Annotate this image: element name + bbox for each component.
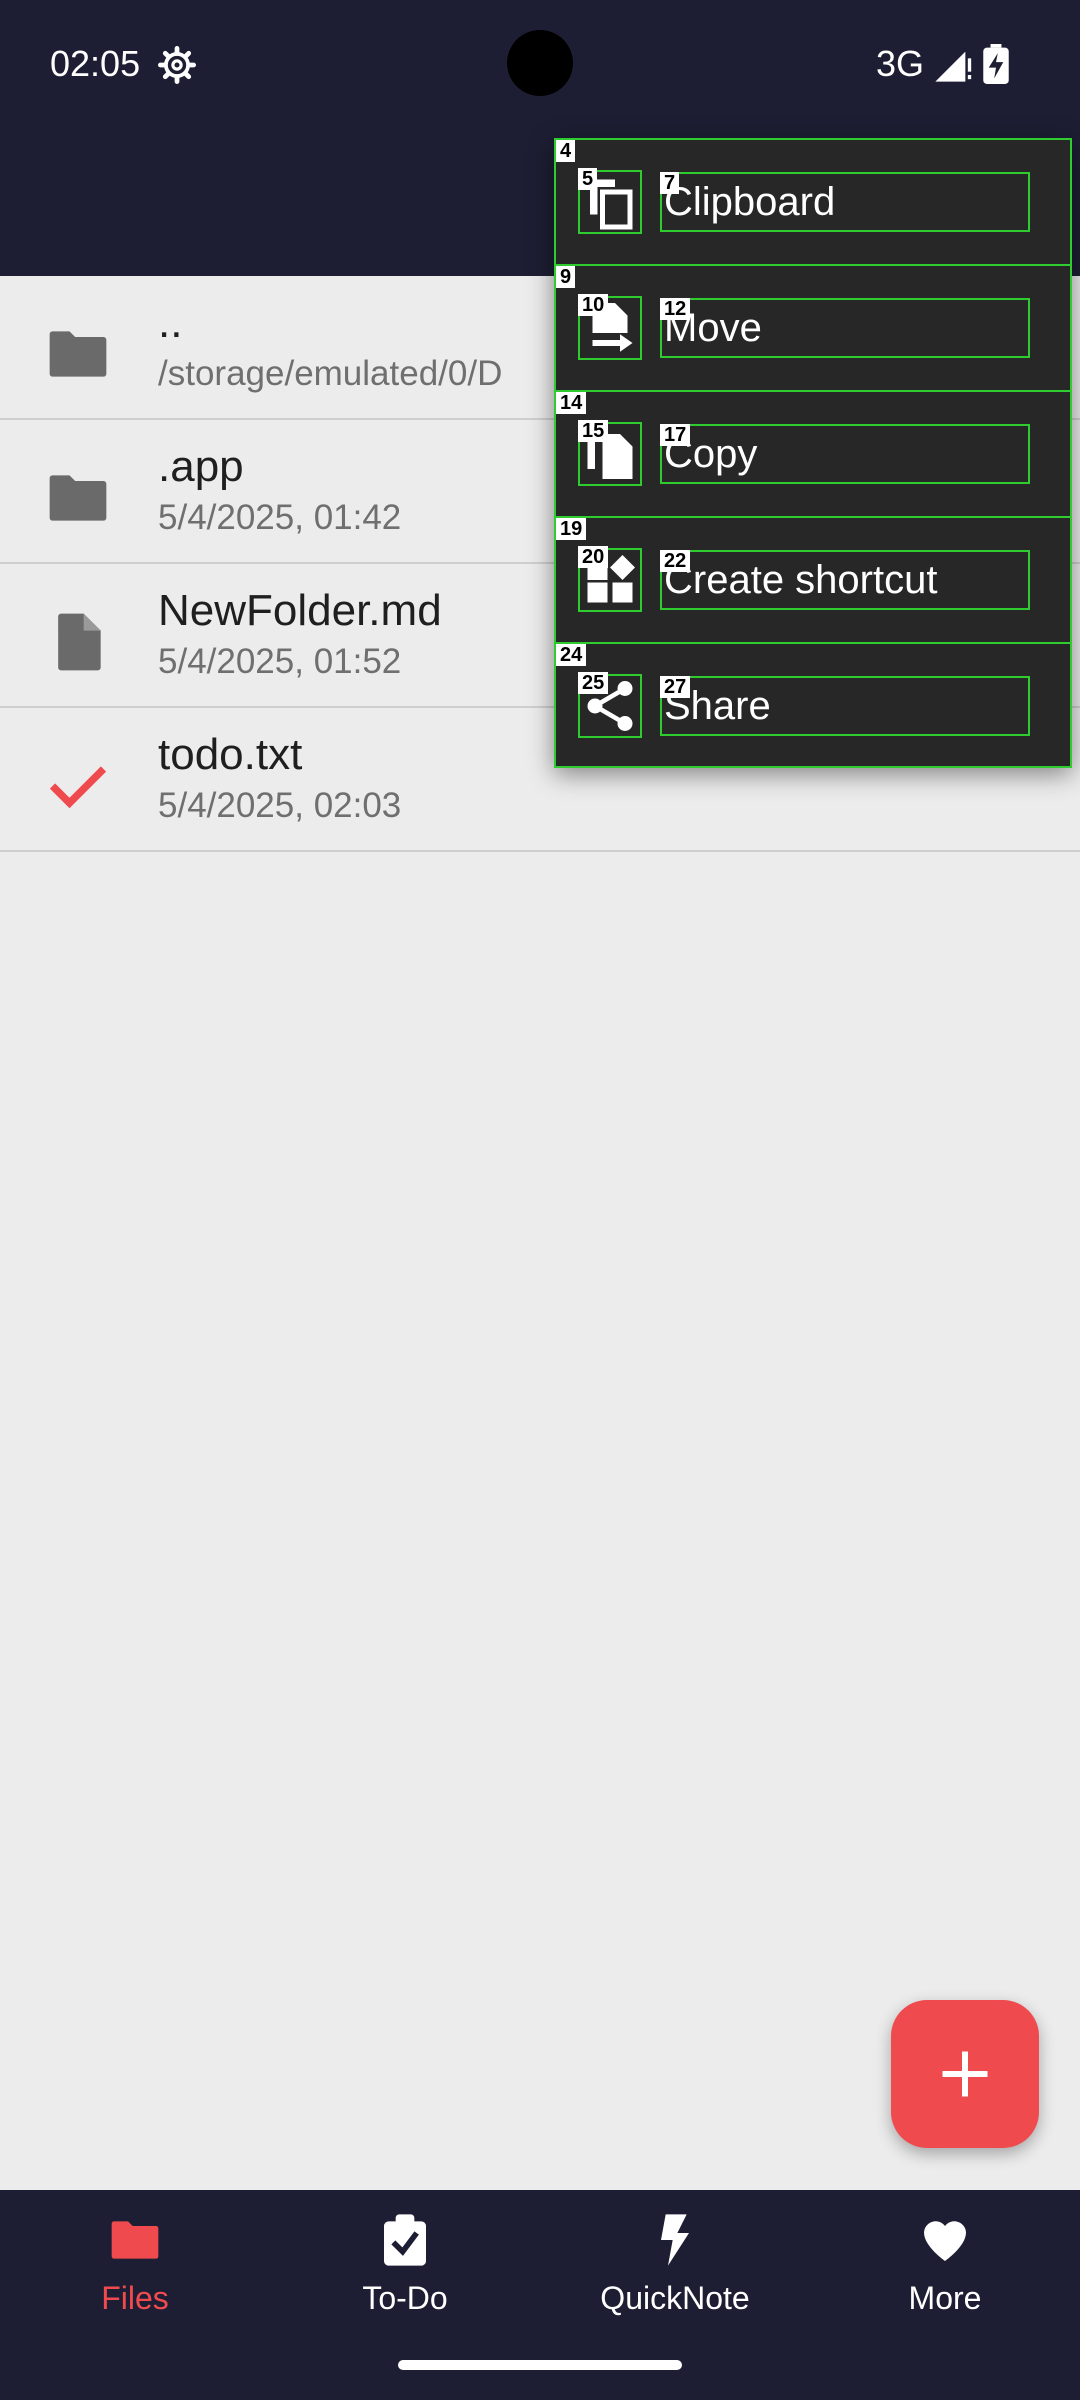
- nav-item-more[interactable]: More: [810, 2190, 1080, 2336]
- nav-label: Files: [101, 2280, 169, 2316]
- annotation-tag: 15: [578, 420, 609, 442]
- annotation-tag: 12: [660, 298, 691, 320]
- heart-icon: [924, 2221, 966, 2261]
- menu-label: Clipboard: [660, 172, 1030, 232]
- file-name: ..: [158, 298, 183, 347]
- annotation-tag: 27: [660, 676, 691, 698]
- nav-item-quicknote[interactable]: QuickNote: [540, 2190, 810, 2336]
- annotation-tag: 24: [556, 644, 587, 666]
- nav-label: More: [908, 2280, 982, 2316]
- annotation-tag: 22: [660, 550, 691, 572]
- file-name: .app: [158, 442, 244, 491]
- signal-icon: [935, 51, 972, 82]
- bolt-icon: [661, 2214, 689, 2266]
- status-time: 02:05: [50, 43, 141, 84]
- menu-item-create-shortcut[interactable]: 19 20 Create shortcut 22: [556, 518, 1070, 644]
- check-icon: [49, 766, 107, 809]
- annotation-tag: 4: [556, 140, 576, 162]
- annotation-tag: 14: [556, 392, 587, 414]
- menu-label: Move: [660, 298, 1030, 358]
- file-name: todo.txt: [158, 730, 303, 779]
- menu-label: Create shortcut: [660, 550, 1030, 610]
- menu-label: Share: [660, 676, 1030, 736]
- gear-icon: [158, 46, 196, 84]
- annotation-tag: 17: [660, 424, 691, 446]
- battery-charging-icon: [983, 44, 1009, 84]
- file-date: 5/4/2025, 02:03: [158, 786, 402, 825]
- file-name: NewFolder.md: [158, 586, 442, 635]
- nav-item-todo[interactable]: To-Do: [270, 2190, 540, 2336]
- annotation-tag: 10: [578, 294, 609, 316]
- add-fab-button[interactable]: [891, 2000, 1039, 2148]
- bottom-navigation: Files To-Do QuickNote More: [0, 2190, 1080, 2336]
- annotation-tag: 7: [660, 172, 680, 194]
- nav-item-files[interactable]: Files: [0, 2190, 270, 2336]
- annotation-tag: 5: [578, 168, 598, 190]
- gesture-pill[interactable]: [398, 2360, 682, 2370]
- annotation-tag: 9: [556, 266, 576, 288]
- menu-item-clipboard[interactable]: 4 5 Clipboard 7: [556, 140, 1070, 266]
- annotation-tag: 20: [578, 546, 609, 568]
- gesture-bar-area: [0, 2336, 1080, 2400]
- plus-icon: [942, 2051, 988, 2097]
- camera-cutout: [507, 30, 573, 96]
- folder-icon: [49, 475, 107, 521]
- folder-icon: [49, 331, 107, 377]
- context-menu: 4 5 Clipboard 7 9 10 Move 12 14 15 Copy …: [554, 138, 1072, 768]
- file-icon: [58, 613, 101, 671]
- folder-icon: [111, 2221, 159, 2259]
- menu-item-share[interactable]: 24 25 Share 27: [556, 644, 1070, 770]
- menu-item-copy[interactable]: 14 15 Copy 17: [556, 392, 1070, 518]
- menu-item-move[interactable]: 9 10 Move 12: [556, 266, 1070, 392]
- clipboard-check-icon: [384, 2214, 426, 2266]
- annotation-tag: 19: [556, 518, 587, 540]
- nav-label: QuickNote: [600, 2280, 750, 2316]
- menu-label: Copy: [660, 424, 1030, 484]
- file-date: 5/4/2025, 01:42: [158, 498, 402, 537]
- file-path: /storage/emulated/0/D: [158, 354, 503, 393]
- nav-label: To-Do: [362, 2280, 448, 2316]
- network-type: 3G: [876, 43, 925, 84]
- status-bar: 02:05 3G: [0, 0, 1080, 128]
- file-date: 5/4/2025, 01:52: [158, 642, 402, 681]
- annotation-tag: 25: [578, 672, 609, 694]
